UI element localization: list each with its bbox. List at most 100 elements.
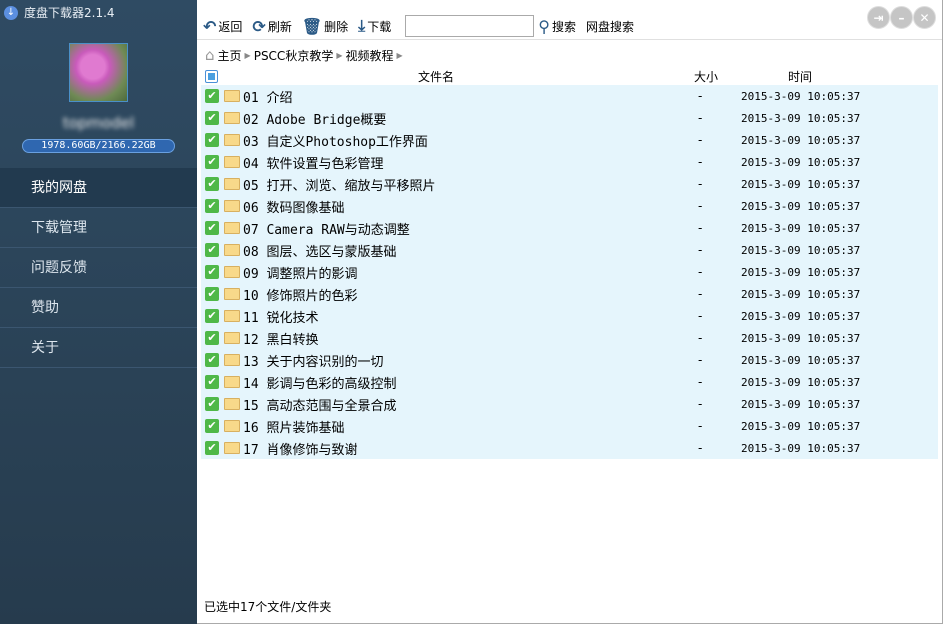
file-name[interactable]: 07 Camera RAW与动态调整 <box>243 219 410 238</box>
delete-label: 删除 <box>324 19 349 34</box>
row-checkbox[interactable]: ✔ <box>205 331 219 345</box>
row-checkbox[interactable]: ✔ <box>205 375 219 389</box>
file-time: 2015-3-09 10:05:37 <box>741 221 861 235</box>
file-name[interactable]: 11 锐化技术 <box>243 307 318 326</box>
file-size: - <box>698 397 703 411</box>
table-row[interactable]: ✔ 06 数码图像基础 - 2015-3-09 10:05:37 <box>201 195 938 217</box>
logout-icon[interactable]: ⇥ <box>867 6 890 29</box>
search-button[interactable]: ⚲ 搜索 <box>538 17 576 36</box>
row-checkbox[interactable]: ✔ <box>205 177 219 191</box>
breadcrumb-item[interactable]: PSCC秋京教学 <box>254 47 334 64</box>
row-checkbox[interactable]: ✔ <box>205 89 219 103</box>
row-checkbox[interactable]: ✔ <box>205 221 219 235</box>
close-icon[interactable]: ✕ <box>913 6 936 29</box>
sidebar-item-sponsor[interactable]: 赞助 <box>0 288 197 328</box>
file-name[interactable]: 15 高动态范围与全景合成 <box>243 395 396 414</box>
file-size: - <box>698 441 703 455</box>
file-time: 2015-3-09 10:05:37 <box>741 419 861 433</box>
file-size: - <box>698 133 703 147</box>
breadcrumb: ⌂ 主页 ▶ PSCC秋京教学 ▶ 视频教程 ▶ <box>205 46 403 64</box>
column-name[interactable]: 文件名 <box>418 68 454 85</box>
file-name[interactable]: 12 黑白转换 <box>243 329 318 348</box>
row-checkbox[interactable]: ✔ <box>205 441 219 455</box>
row-checkbox[interactable]: ✔ <box>205 111 219 125</box>
app-title-bar: ↓ 度盘下载器2.1.4 <box>4 4 115 21</box>
file-name[interactable]: 01 介绍 <box>243 87 292 106</box>
file-name[interactable]: 08 图层、选区与蒙版基础 <box>243 241 396 260</box>
column-size[interactable]: 大小 <box>694 68 718 85</box>
row-checkbox[interactable]: ✔ <box>205 309 219 323</box>
table-row[interactable]: ✔ 01 介绍 - 2015-3-09 10:05:37 <box>201 85 938 107</box>
file-name[interactable]: 13 关于内容识别的一切 <box>243 351 383 370</box>
select-all-checkbox[interactable] <box>205 70 218 83</box>
quota-badge: 1978.60GB/2166.22GB <box>22 139 175 153</box>
row-checkbox[interactable]: ✔ <box>205 419 219 433</box>
table-row[interactable]: ✔ 16 照片装饰基础 - 2015-3-09 10:05:37 <box>201 415 938 437</box>
table-row[interactable]: ✔ 08 图层、选区与蒙版基础 - 2015-3-09 10:05:37 <box>201 239 938 261</box>
table-row[interactable]: ✔ 04 软件设置与色彩管理 - 2015-3-09 10:05:37 <box>201 151 938 173</box>
sidebar-item-feedback[interactable]: 问题反馈 <box>0 248 197 288</box>
table-row[interactable]: ✔ 15 高动态范围与全景合成 - 2015-3-09 10:05:37 <box>201 393 938 415</box>
table-row[interactable]: ✔ 11 锐化技术 - 2015-3-09 10:05:37 <box>201 305 938 327</box>
table-row[interactable]: ✔ 02 Adobe Bridge概要 - 2015-3-09 10:05:37 <box>201 107 938 129</box>
sidebar-item-about[interactable]: 关于 <box>0 328 197 368</box>
row-checkbox[interactable]: ✔ <box>205 243 219 257</box>
table-row[interactable]: ✔ 09 调整照片的影调 - 2015-3-09 10:05:37 <box>201 261 938 283</box>
row-checkbox[interactable]: ✔ <box>205 199 219 213</box>
folder-icon <box>224 90 240 102</box>
file-time: 2015-3-09 10:05:37 <box>741 89 861 103</box>
folder-icon <box>224 354 240 366</box>
folder-icon <box>224 310 240 322</box>
download-button[interactable]: ⤓ 下载 <box>358 16 391 36</box>
username: topmodel <box>62 114 135 132</box>
search-input[interactable] <box>405 15 535 37</box>
file-size: - <box>698 155 703 169</box>
table-row[interactable]: ✔ 03 自定义Photoshop工作界面 - 2015-3-09 10:05:37 <box>201 129 938 151</box>
table-row[interactable]: ✔ 07 Camera RAW与动态调整 - 2015-3-09 10:05:37 <box>201 217 938 239</box>
row-checkbox[interactable]: ✔ <box>205 265 219 279</box>
back-label: 返回 <box>218 19 243 34</box>
chevron-right-icon: ▶ <box>244 50 251 60</box>
file-name[interactable]: 14 影调与色彩的高级控制 <box>243 373 396 392</box>
chevron-right-icon: ▶ <box>336 50 343 60</box>
file-size: - <box>698 309 703 323</box>
file-name[interactable]: 09 调整照片的影调 <box>243 263 357 282</box>
file-size: - <box>698 265 703 279</box>
sidebar-item-downloads[interactable]: 下载管理 <box>0 208 197 248</box>
table-row[interactable]: ✔ 12 黑白转换 - 2015-3-09 10:05:37 <box>201 327 938 349</box>
table-row[interactable]: ✔ 17 肖像修饰与致谢 - 2015-3-09 10:05:37 <box>201 437 938 459</box>
file-name[interactable]: 06 数码图像基础 <box>243 197 344 216</box>
refresh-icon: ⟳ <box>252 16 266 36</box>
file-time: 2015-3-09 10:05:37 <box>741 199 861 213</box>
folder-icon <box>224 266 240 278</box>
refresh-button[interactable]: ⟳ 刷新 <box>252 17 291 36</box>
file-name[interactable]: 02 Adobe Bridge概要 <box>243 109 386 128</box>
folder-icon <box>224 244 240 256</box>
file-name[interactable]: 17 肖像修饰与致谢 <box>243 439 357 458</box>
minimize-icon[interactable]: – <box>890 6 913 29</box>
file-name[interactable]: 03 自定义Photoshop工作界面 <box>243 131 428 150</box>
row-checkbox[interactable]: ✔ <box>205 287 219 301</box>
file-time: 2015-3-09 10:05:37 <box>741 265 861 279</box>
table-row[interactable]: ✔ 05 打开、浏览、缩放与平移照片 - 2015-3-09 10:05:37 <box>201 173 938 195</box>
sidebar-item-my-disk[interactable]: 我的网盘 <box>0 168 197 208</box>
row-checkbox[interactable]: ✔ <box>205 133 219 147</box>
back-button[interactable]: ↶ 返回 <box>203 17 242 36</box>
table-header: 文件名 大小 时间 <box>197 68 939 84</box>
file-name[interactable]: 10 修饰照片的色彩 <box>243 285 357 304</box>
row-checkbox[interactable]: ✔ <box>205 397 219 411</box>
pan-search-button[interactable]: 网盘搜索 <box>586 18 634 35</box>
table-row[interactable]: ✔ 13 关于内容识别的一切 - 2015-3-09 10:05:37 <box>201 349 938 371</box>
breadcrumb-item[interactable]: 主页 <box>218 47 242 64</box>
file-name[interactable]: 16 照片装饰基础 <box>243 417 344 436</box>
breadcrumb-item[interactable]: 视频教程 <box>345 47 393 64</box>
table-row[interactable]: ✔ 10 修饰照片的色彩 - 2015-3-09 10:05:37 <box>201 283 938 305</box>
folder-icon <box>224 420 240 432</box>
file-name[interactable]: 05 打开、浏览、缩放与平移照片 <box>243 175 435 194</box>
delete-button[interactable]: 🗑 删除 <box>302 17 348 36</box>
row-checkbox[interactable]: ✔ <box>205 353 219 367</box>
file-name[interactable]: 04 软件设置与色彩管理 <box>243 153 383 172</box>
column-time[interactable]: 时间 <box>788 68 812 85</box>
row-checkbox[interactable]: ✔ <box>205 155 219 169</box>
table-row[interactable]: ✔ 14 影调与色彩的高级控制 - 2015-3-09 10:05:37 <box>201 371 938 393</box>
